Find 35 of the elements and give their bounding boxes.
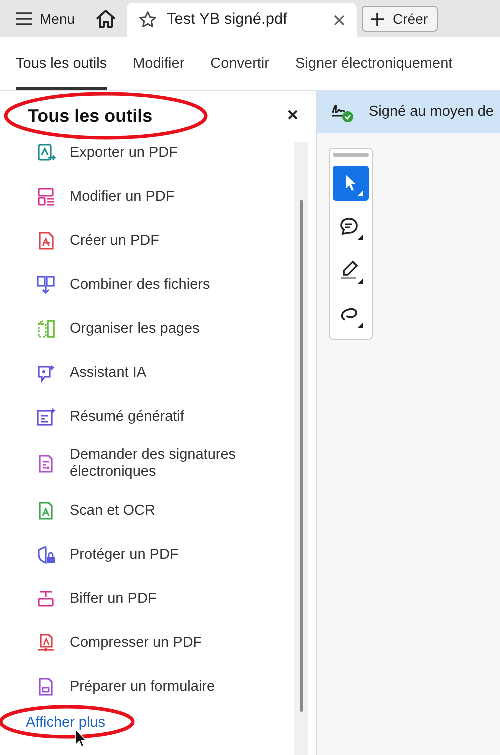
tool-item[interactable]: Préparer un formulaire xyxy=(36,665,294,709)
plus-icon xyxy=(371,12,384,26)
tool-item[interactable]: Créer un PDF xyxy=(36,219,294,263)
tool-item[interactable]: Combiner des fichiers xyxy=(36,263,294,307)
pencil-icon xyxy=(339,260,363,284)
tool-item[interactable]: Compresser un PDF xyxy=(36,621,294,665)
tool-item[interactable]: Organiser les pages xyxy=(36,307,294,351)
menu-icon xyxy=(16,12,32,26)
tool-item[interactable]: Biffer un PDF xyxy=(36,577,294,621)
tool-item[interactable]: Résumé génératif xyxy=(36,395,294,439)
tool-item[interactable]: Scan et OCR xyxy=(36,489,294,533)
tool-item[interactable]: Exporter un PDF xyxy=(36,131,294,175)
nav-tab[interactable]: Tous les outils xyxy=(16,37,108,90)
home-icon[interactable] xyxy=(95,8,118,28)
speech-bubble-icon xyxy=(339,216,363,240)
nav-tab[interactable]: Signer électroniquement xyxy=(295,37,453,90)
nav-tab[interactable]: Convertir xyxy=(210,37,270,90)
menu-button[interactable]: Menu xyxy=(0,0,88,37)
tool-item[interactable]: Modifier un PDF xyxy=(36,175,294,219)
create-button[interactable]: Créer xyxy=(362,6,438,32)
select-tool-button[interactable] xyxy=(333,166,369,201)
star-icon[interactable] xyxy=(139,11,158,29)
document-tab[interactable]: Test YB signé.pdf xyxy=(127,3,358,37)
mouse-cursor-icon xyxy=(76,729,87,748)
nav-tab[interactable]: Modifier xyxy=(133,37,185,90)
tool-item[interactable]: Assistant IA xyxy=(36,351,294,395)
banner-text: Signé au moyen de xyxy=(369,104,494,120)
panel-title: Tous les outils xyxy=(28,106,154,126)
scrollbar[interactable] xyxy=(294,142,308,755)
tool-item[interactable]: Protéger un PDF xyxy=(36,533,294,577)
tool-item[interactable]: Demander des signatures électroniques xyxy=(36,439,294,489)
close-icon[interactable] xyxy=(334,14,346,26)
show-more-link[interactable]: Afficher plus xyxy=(26,715,106,731)
close-icon xyxy=(288,110,298,120)
tab-title: Test YB signé.pdf xyxy=(167,11,288,29)
